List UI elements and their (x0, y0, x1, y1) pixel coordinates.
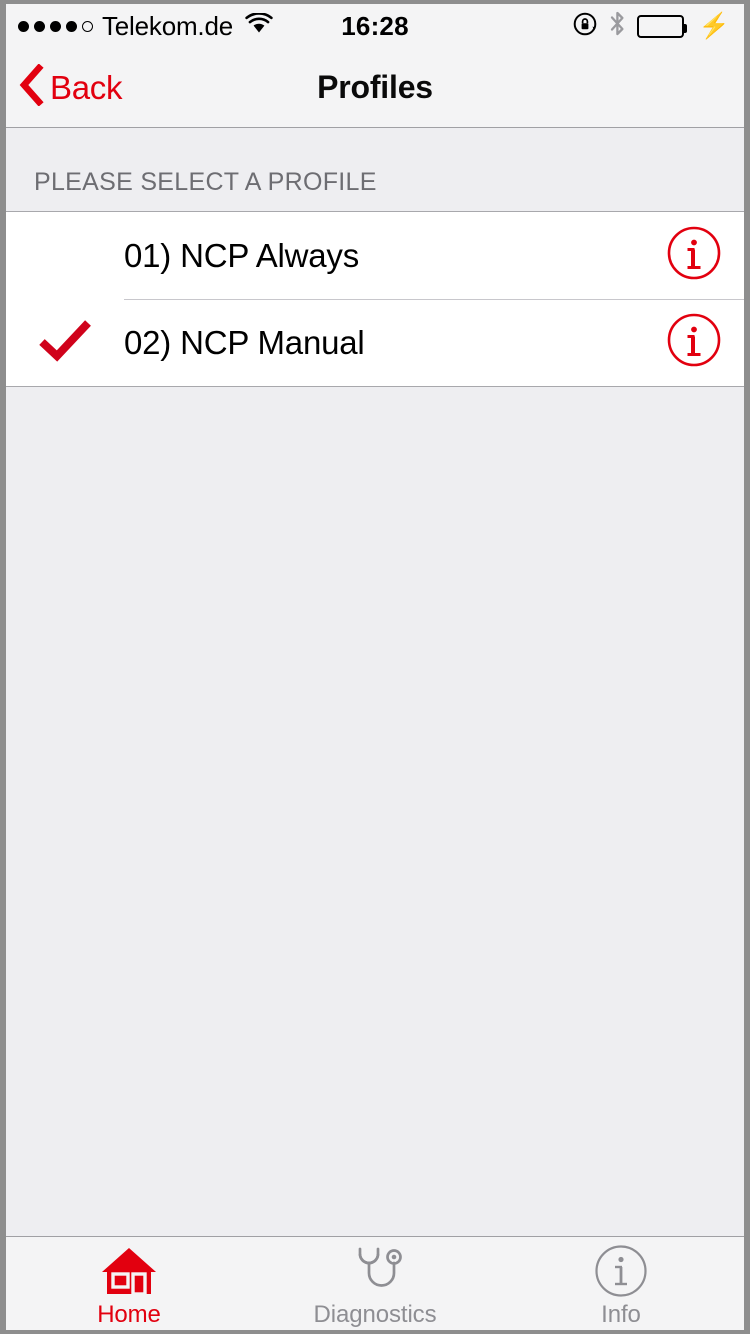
tab-info[interactable]: Info (498, 1237, 744, 1330)
profile-check-slot (6, 317, 124, 368)
bluetooth-icon (609, 10, 626, 42)
signal-dot-5 (82, 20, 93, 32)
status-bar-right: ⚡ (572, 10, 730, 42)
checkmark-icon (37, 317, 93, 368)
section-header: PLEASE SELECT A PROFILE (34, 168, 377, 196)
info-circle-icon (666, 225, 722, 286)
tab-home-label: Home (97, 1300, 161, 1328)
info-circle-icon (666, 312, 722, 373)
profile-info-button[interactable] (644, 225, 744, 286)
signal-dot-2 (34, 20, 45, 32)
signal-dot-4 (66, 20, 77, 32)
stethoscope-icon (346, 1245, 404, 1297)
signal-dot-1 (18, 20, 29, 32)
tab-info-label: Info (601, 1300, 641, 1328)
back-button[interactable]: Back (6, 63, 123, 111)
app-screen: Telekom.de 16:28 ⚡ Back Profiles PLEASE … (6, 4, 744, 1330)
chevron-left-icon (18, 63, 44, 111)
tab-bar: Home Diagnostics Info (6, 1236, 744, 1330)
profile-info-button[interactable] (644, 312, 744, 373)
status-bar: Telekom.de 16:28 ⚡ (6, 4, 744, 48)
lightning-bolt-icon: ⚡ (698, 11, 730, 40)
rotation-lock-icon (572, 11, 598, 42)
navigation-bar: Back Profiles (6, 48, 744, 128)
back-button-label: Back (50, 68, 123, 106)
signal-dot-3 (50, 20, 61, 32)
carrier-name: Telekom.de (102, 10, 233, 41)
profile-list: 01) NCP Always 02) NCP Manual (6, 211, 744, 387)
status-bar-left: Telekom.de (18, 11, 273, 42)
signal-strength-dots (18, 20, 93, 32)
tab-diagnostics[interactable]: Diagnostics (252, 1237, 498, 1330)
profile-row[interactable]: 02) NCP Manual (6, 299, 744, 386)
tab-diagnostics-label: Diagnostics (313, 1300, 437, 1328)
profile-row[interactable]: 01) NCP Always (6, 212, 744, 299)
profile-label: 02) NCP Manual (124, 323, 365, 361)
wifi-icon (245, 12, 273, 39)
house-icon (99, 1245, 159, 1297)
content-area: PLEASE SELECT A PROFILE 01) NCP Always 0… (6, 128, 744, 1236)
info-circle-icon (594, 1244, 648, 1297)
tab-home[interactable]: Home (6, 1237, 252, 1330)
profile-label: 01) NCP Always (124, 236, 360, 274)
battery-icon (636, 14, 687, 38)
